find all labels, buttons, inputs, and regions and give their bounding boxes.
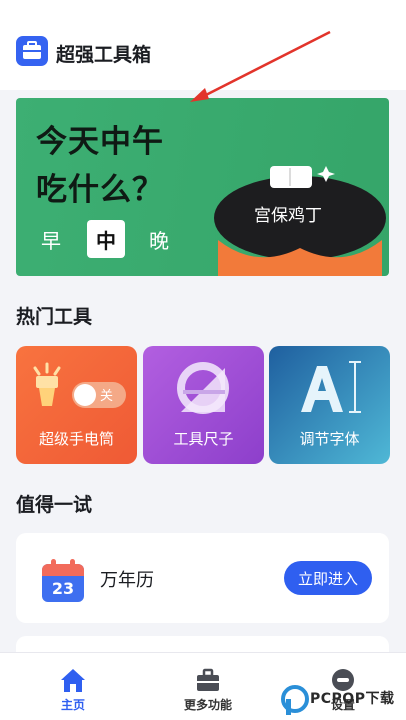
pcpop-logo-icon (281, 685, 309, 715)
tool-label-font-size: 调节字体 (299, 430, 360, 448)
tool-label-ruler: 工具尺子 (173, 430, 234, 448)
try-section-title: 值得一试 (16, 494, 93, 516)
banner-headline-line1: 今天中午 (36, 124, 164, 160)
dish-name: 宫保鸡丁 (254, 206, 322, 226)
flashlight-toggle-state[interactable]: 关 (100, 385, 113, 404)
watermark-text: PCPOP下载 (310, 691, 395, 707)
tool-card-font-size[interactable]: 调节字体 (269, 346, 390, 464)
hot-tools-title: 热门工具 (16, 306, 93, 328)
enter-calendar-button[interactable]: 立即进入 (284, 561, 372, 595)
banner-headline-line2: 吃什么？ (36, 172, 164, 208)
lunch-picker-banner[interactable]: 今天中午 吃什么？ 早 中 晚 宫保鸡丁 (16, 98, 389, 276)
home-icon (61, 669, 85, 692)
calendar-icon: 23 (42, 559, 84, 602)
toolbox-icon (197, 668, 219, 691)
app-header: 超强工具箱 (0, 0, 406, 90)
toolbox-logo-icon (16, 36, 48, 66)
tab-home[interactable]: 主页 (23, 653, 123, 720)
meal-option-dinner[interactable]: 晚 (140, 220, 178, 258)
app-title: 超强工具箱 (56, 44, 152, 66)
tab-more[interactable]: 更多功能 (158, 653, 258, 720)
tool-card-ruler[interactable]: 工具尺子 (143, 346, 264, 464)
tab-more-label: 更多功能 (183, 698, 232, 712)
calendar-title: 万年历 (100, 570, 154, 591)
pcpop-watermark: PCPOP下载 (280, 684, 406, 720)
calendar-card[interactable]: 23 万年历 立即进入 (16, 533, 389, 623)
meal-option-lunch[interactable]: 中 (87, 220, 125, 258)
tool-label-flashlight: 超级手电筒 (38, 430, 114, 448)
tab-home-label: 主页 (60, 698, 85, 712)
tool-card-flashlight[interactable]: 关 超级手电筒 (16, 346, 137, 464)
meal-option-breakfast[interactable]: 早 (32, 220, 70, 258)
calendar-date: 23 (52, 579, 74, 598)
